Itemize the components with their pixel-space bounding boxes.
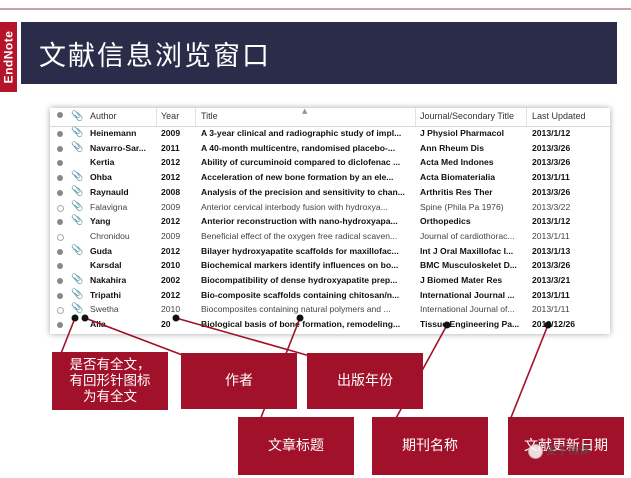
- callout-journal: 期刊名称: [372, 417, 488, 475]
- callout-fulltext-line1: 是否有全文，: [69, 357, 151, 373]
- connector-updated: [509, 324, 549, 421]
- callout-title: 文章标题: [238, 417, 354, 475]
- callout-author: 作者: [181, 353, 297, 409]
- callout-fulltext-line2: 有回形针图标: [69, 373, 151, 389]
- connector-fulltext: [59, 317, 76, 357]
- connector-author: [84, 317, 186, 357]
- callout-year-text: 出版年份: [337, 372, 393, 389]
- callout-fulltext-line3: 为有全文: [83, 389, 137, 405]
- watermark: 麦子微课: [528, 442, 590, 459]
- callout-fulltext: 是否有全文， 有回形针图标 为有全文: [52, 352, 168, 410]
- callout-title-text: 文章标题: [268, 437, 324, 454]
- wechat-logo-icon: [528, 443, 543, 459]
- callout-year: 出版年份: [307, 353, 423, 409]
- connector-year: [175, 317, 311, 357]
- callout-journal-text: 期刊名称: [402, 437, 458, 454]
- watermark-text: 麦子微课: [546, 444, 590, 457]
- callout-author-text: 作者: [225, 372, 253, 389]
